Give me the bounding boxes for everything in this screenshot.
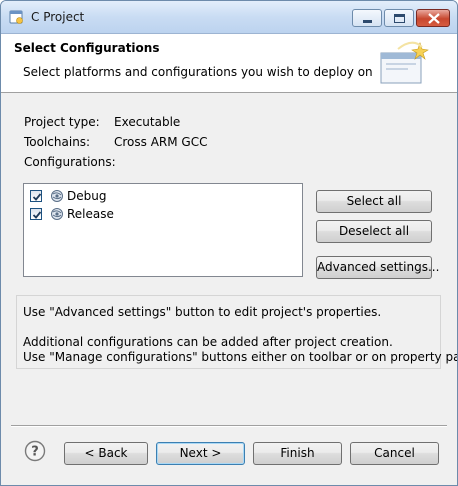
maximize-button[interactable] <box>384 9 414 27</box>
help-icon[interactable]: ? <box>24 440 46 462</box>
project-type-value: Executable <box>114 115 181 129</box>
close-window-button[interactable] <box>416 9 450 27</box>
minimize-button[interactable] <box>352 9 382 27</box>
configurations-label: Configurations: <box>24 155 116 169</box>
toolchains-value: Cross ARM GCC <box>114 135 208 149</box>
project-type-label: Project type: <box>24 115 100 129</box>
configurations-list[interactable]: Debug Release <box>23 183 303 277</box>
release-checkbox[interactable] <box>30 208 42 220</box>
configuration-label: Debug <box>67 189 107 203</box>
close-icon <box>428 13 440 24</box>
window-title: C Project <box>31 10 85 24</box>
info-line: Use "Manage configurations" buttons eith… <box>23 350 458 364</box>
cancel-button[interactable]: Cancel <box>350 442 439 465</box>
page-subtitle: Select platforms and configurations you … <box>23 65 373 79</box>
title-bar: C Project <box>1 1 457 34</box>
debug-checkbox[interactable] <box>30 190 42 202</box>
page-title: Select Configurations <box>14 41 160 55</box>
back-button[interactable]: < Back <box>64 442 148 465</box>
toolchains-label: Toolchains: <box>24 135 91 149</box>
configuration-icon <box>51 208 63 220</box>
configuration-label: Release <box>67 207 114 221</box>
finish-button[interactable]: Finish <box>253 442 342 465</box>
checkmark-icon <box>32 193 42 201</box>
deselect-all-button[interactable]: Deselect all <box>316 220 432 243</box>
info-line: Additional configurations can be added a… <box>23 335 393 349</box>
advanced-settings-button[interactable]: Advanced settings... <box>316 256 439 279</box>
configuration-icon <box>51 190 63 202</box>
c-project-dialog: C Project Select Configurations Select p… <box>0 0 458 486</box>
header-banner: Select Configurations Select platforms a… <box>1 34 457 93</box>
c-project-icon <box>9 10 23 24</box>
checkmark-icon <box>32 211 42 219</box>
maximize-icon <box>394 14 405 23</box>
wizard-banner-icon <box>380 41 429 84</box>
info-line: Use "Advanced settings" button to edit p… <box>23 305 382 319</box>
select-all-button[interactable]: Select all <box>316 190 432 213</box>
minimize-icon <box>363 20 372 23</box>
svg-text:?: ? <box>31 445 39 460</box>
next-button[interactable]: Next > <box>156 442 245 465</box>
footer-separator <box>11 425 447 427</box>
info-panel: Use "Advanced settings" button to edit p… <box>16 295 457 369</box>
